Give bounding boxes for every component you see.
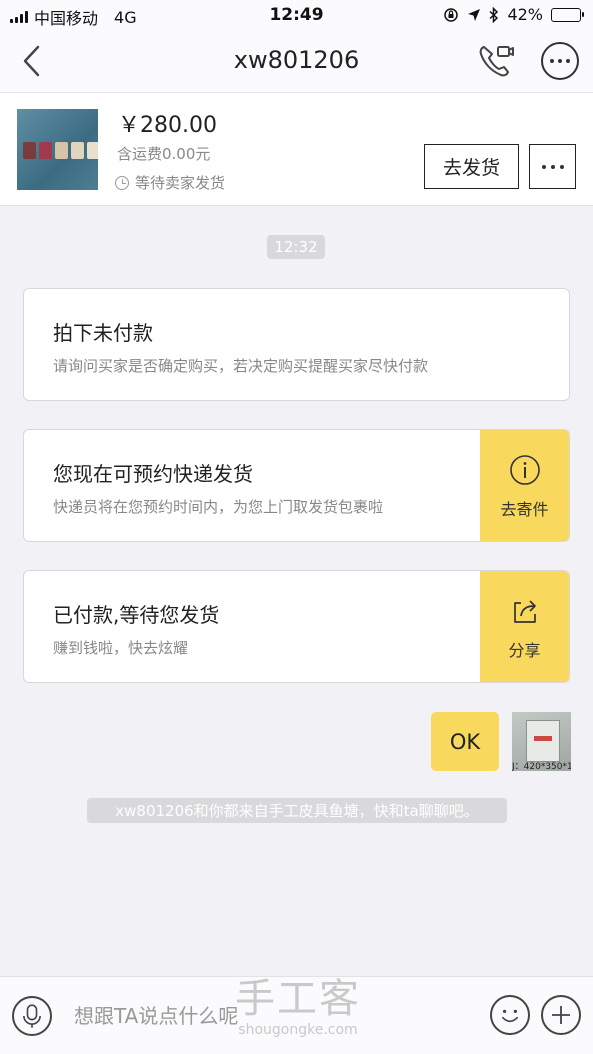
more-options-icon[interactable] xyxy=(541,42,579,80)
battery-percent: 42% xyxy=(507,5,543,24)
battery-icon xyxy=(551,7,584,22)
order-status-text: 等待卖家发货 xyxy=(135,174,226,192)
system-notice: xw801206和你都来自手工皮具鱼塘，快和ta聊聊吧。 xyxy=(87,798,507,823)
my-message-bubble[interactable]: OK xyxy=(431,712,499,771)
bluetooth-icon xyxy=(489,6,499,23)
location-arrow-icon xyxy=(468,8,481,21)
card-description: 请询问买家是否确定购买，若决定购买提醒买家尽快付款 xyxy=(53,357,429,375)
avatar[interactable]: J：420*350*1 xyxy=(512,712,571,771)
share-button[interactable]: 分享 xyxy=(480,571,569,682)
plus-icon[interactable] xyxy=(541,995,581,1035)
back-arrow-icon[interactable] xyxy=(18,43,48,79)
card-title: 拍下未付款 xyxy=(53,321,153,345)
info-icon xyxy=(510,455,540,485)
notice-card-unpaid: 拍下未付款 请询问买家是否确定购买，若决定购买提醒买家尽快付款 xyxy=(23,288,570,401)
product-thumbnail[interactable] xyxy=(17,109,98,190)
order-summary: ￥280.00 含运费0.00元 等待卖家发货 去发货 xyxy=(0,92,593,206)
avatar-caption: J：420*350*1 xyxy=(512,762,571,771)
share-icon xyxy=(514,600,536,623)
product-price: ￥280.00 xyxy=(118,113,217,138)
notice-card-express: 您现在可预约快递发货 快递员将在您预约时间内，为您上门取发货包裹啦 去寄件 xyxy=(23,429,570,542)
chat-header: xw801206 xyxy=(0,30,593,92)
input-bar xyxy=(0,976,593,1054)
card-description: 赚到钱啦，快去炫耀 xyxy=(53,639,189,657)
notice-card-paid: 已付款,等待您发货 赚到钱啦，快去炫耀 分享 xyxy=(23,570,570,683)
send-parcel-label: 去寄件 xyxy=(500,500,549,519)
order-more-button[interactable] xyxy=(529,144,576,189)
message-input[interactable] xyxy=(62,993,472,1039)
send-parcel-button[interactable]: 去寄件 xyxy=(480,430,569,541)
orientation-lock-icon xyxy=(444,7,459,22)
message-timestamp: 12:32 xyxy=(267,235,325,259)
shipping-fee: 含运费0.00元 xyxy=(117,145,211,163)
clock-icon xyxy=(115,175,129,190)
ship-button[interactable]: 去发货 xyxy=(424,144,519,189)
order-status: 等待卖家发货 xyxy=(115,172,225,193)
phone-video-call-icon[interactable] xyxy=(476,41,516,81)
share-label: 分享 xyxy=(508,641,541,660)
card-title: 您现在可预约快递发货 xyxy=(53,462,253,486)
microphone-icon[interactable] xyxy=(12,996,52,1036)
status-bar: 中国移动 4G 12:49 42% xyxy=(0,0,593,30)
emoji-icon[interactable] xyxy=(490,995,530,1035)
card-title: 已付款,等待您发货 xyxy=(53,603,220,627)
card-description: 快递员将在您预约时间内，为您上门取发货包裹啦 xyxy=(53,498,384,516)
